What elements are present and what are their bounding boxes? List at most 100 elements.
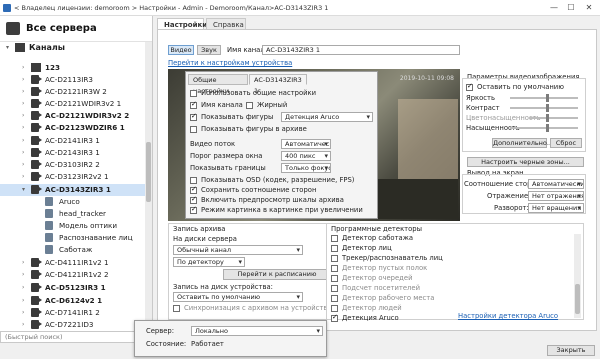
tree-scrollbar[interactable] [145, 42, 152, 331]
tree-item[interactable]: › AC-D2113IR3 [0, 74, 152, 86]
tree-item[interactable]: › AC-D5123IR3 1 [0, 282, 152, 294]
shapes-archive-checkbox[interactable] [190, 126, 197, 133]
expand-arrow-icon[interactable]: › [22, 257, 30, 269]
more-button[interactable]: Дополнительно... [492, 138, 553, 148]
archive-detector-select[interactable]: По детектору [173, 257, 245, 267]
tree-item[interactable]: head_tracker [0, 208, 152, 220]
show-shapes-checkbox[interactable] [190, 112, 197, 121]
sharpness-slider[interactable] [510, 124, 578, 132]
tree-item[interactable]: › AC-D2121WDIR3v2 1 [0, 98, 152, 110]
expand-arrow-icon[interactable]: › [22, 86, 30, 98]
show-name-checkbox[interactable] [190, 100, 197, 109]
device-settings-link[interactable]: Перейти к настройкам устройства [168, 59, 292, 67]
detector-checkbox[interactable] [331, 245, 338, 252]
expand-arrow-icon[interactable]: › [22, 269, 30, 281]
detector-checkbox[interactable] [331, 305, 338, 312]
enable-preview-checkbox[interactable] [190, 195, 197, 204]
expand-arrow-icon[interactable]: › [22, 159, 30, 171]
channel-name-input[interactable]: AC-D3143ZIR3 1 [262, 45, 460, 55]
saturation-slider[interactable] [530, 114, 578, 122]
tree-item[interactable]: › AC-D4121IR1v2 2 [0, 269, 152, 281]
expand-arrow-icon[interactable]: › [22, 307, 30, 319]
detector-checkbox[interactable] [331, 265, 338, 272]
tree-item[interactable]: › AC-D3123IR2v2 1 [0, 171, 152, 183]
device-disk-select[interactable]: Оставить по умолчанию [173, 292, 303, 302]
tree-item[interactable]: › AC-D2141IR3 1 [0, 135, 152, 147]
tree-item[interactable]: › 123 [0, 62, 152, 74]
contrast-slider[interactable] [510, 104, 578, 112]
brightness-knob[interactable] [546, 94, 549, 102]
expand-arrow-icon[interactable]: › [22, 110, 30, 122]
expand-arrow-icon[interactable]: › [22, 74, 30, 86]
expand-arrow-icon[interactable]: › [22, 295, 30, 307]
quick-search-input[interactable]: (Быстрый поиск) [0, 331, 153, 343]
black-zones-button[interactable]: Настроить черные зоны... [467, 157, 584, 167]
show-borders-select[interactable]: Только фокус [281, 163, 331, 173]
tree-item[interactable]: Aruco [0, 196, 152, 208]
detector-checkbox[interactable] [331, 255, 338, 262]
expand-arrow-icon[interactable]: › [22, 171, 30, 183]
close-window-button[interactable]: ✕ [583, 2, 595, 13]
contrast-knob[interactable] [546, 104, 549, 112]
video-stream-select[interactable]: Автоматически [281, 139, 331, 149]
tree-item[interactable]: › AC-D4111IR1v2 1 [0, 257, 152, 269]
detector-checkbox[interactable] [331, 285, 338, 292]
aruco-settings-link[interactable]: Настройки детектора Aruco [458, 312, 558, 320]
tree-item[interactable]: › AC-D2121WDIR3v2 2 [0, 110, 152, 122]
use-defaults-checkbox[interactable] [190, 90, 197, 97]
tab-channel-settings[interactable]: AC-D3143ZIR3 1 [249, 74, 307, 95]
bold-checkbox[interactable] [246, 102, 253, 109]
tree-item[interactable]: ▾ AC-D3143ZIR3 1 [0, 184, 152, 196]
tree-item[interactable]: Модель оптики [0, 220, 152, 232]
tree-item[interactable]: ▾ Каналы [0, 42, 152, 54]
tree-item[interactable]: › AC-D7221ID3 [0, 319, 152, 331]
expand-arrow-icon[interactable]: › [22, 135, 30, 147]
expand-arrow-icon[interactable]: › [22, 98, 30, 110]
detector-checkbox[interactable] [331, 313, 338, 322]
tree-item[interactable]: Саботаж [0, 244, 152, 256]
expand-arrow-icon[interactable]: › [22, 122, 30, 134]
server-select[interactable]: Локально [191, 326, 323, 336]
shapes-select[interactable]: Детекция Aruco [281, 112, 373, 122]
tree-item[interactable]: › AC-D6124v2 1 [0, 295, 152, 307]
close-button[interactable]: Закрыть [547, 345, 595, 356]
detector-checkbox[interactable] [331, 275, 338, 282]
show-osd-checkbox[interactable] [190, 177, 197, 184]
rotate-select[interactable]: Нет вращения [528, 203, 584, 213]
tree-scrollbar-thumb[interactable] [146, 142, 151, 202]
reset-button[interactable]: Сброс [550, 138, 582, 148]
pip-mode-checkbox[interactable] [190, 205, 197, 214]
video-button[interactable]: Видео [168, 45, 194, 55]
tree-header[interactable]: Все сервера [0, 16, 152, 42]
expand-arrow-icon[interactable]: › [22, 282, 30, 294]
detector-checkbox[interactable] [331, 235, 338, 242]
detector-checkbox[interactable] [331, 295, 338, 302]
sharpness-knob[interactable] [546, 124, 549, 132]
brightness-slider[interactable] [510, 94, 578, 102]
minimize-button[interactable]: — [548, 2, 560, 13]
aspect-select[interactable]: Автоматически [528, 179, 584, 189]
detectors-scrollbar[interactable] [574, 234, 581, 318]
expand-arrow-icon[interactable]: ▾ [6, 42, 14, 54]
tab-general-settings[interactable]: Общие настройки [188, 74, 248, 95]
tree-item[interactable]: › AC-D7141IR1 2 [0, 307, 152, 319]
window-threshold-select[interactable]: 400 пикс [281, 151, 331, 161]
sync-archive-checkbox[interactable] [173, 305, 180, 312]
tree-item[interactable]: › AC-D2143IR3 1 [0, 147, 152, 159]
saturation-knob[interactable] [546, 114, 549, 122]
flip-select[interactable]: Нет отражения [528, 191, 584, 201]
detectors-scrollbar-thumb[interactable] [575, 284, 580, 314]
sound-button[interactable]: Звук [197, 45, 221, 55]
tree-item[interactable]: Распознавание лиц [0, 232, 152, 244]
expand-arrow-icon[interactable]: › [22, 319, 30, 331]
tree-item[interactable]: › AC-D2121IR3W 2 [0, 86, 152, 98]
schedule-button[interactable]: Перейти к расписанию [223, 269, 331, 280]
expand-arrow-icon[interactable]: › [22, 62, 30, 74]
expand-arrow-icon[interactable]: ▾ [22, 184, 30, 196]
image-default-checkbox[interactable] [466, 82, 473, 91]
expand-arrow-icon[interactable]: › [22, 147, 30, 159]
keep-aspect-checkbox[interactable] [190, 185, 197, 194]
tree-item[interactable]: › AC-D3103IR2 2 [0, 159, 152, 171]
tree-item[interactable]: › AC-D2123WDZIR6 1 [0, 122, 152, 134]
archive-mode-select[interactable]: Обычный канал [173, 245, 303, 255]
